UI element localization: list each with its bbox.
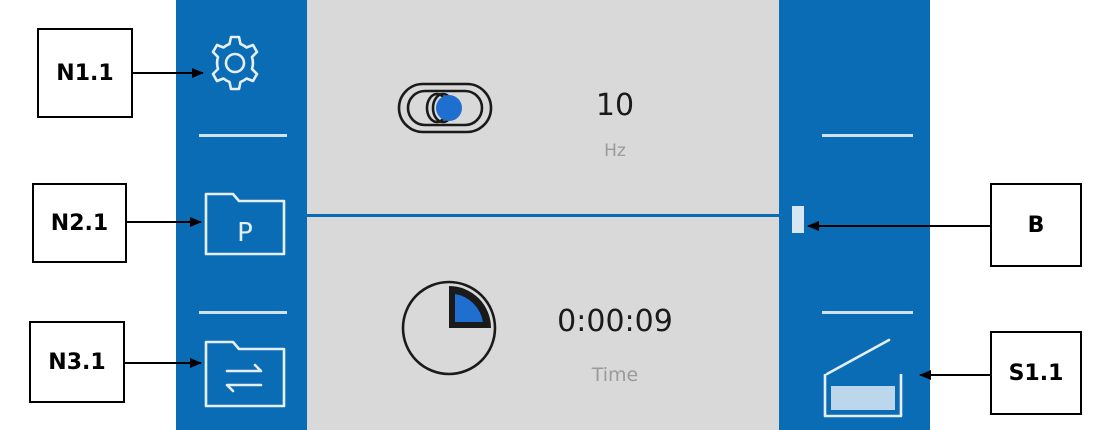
callout-n1: N1.1 — [37, 28, 133, 118]
callout-b: B — [990, 183, 1082, 267]
callout-n3: N3.1 — [29, 321, 125, 403]
callout-n2: N2.1 — [32, 183, 127, 263]
annotation-arrows — [125, 68, 990, 380]
callout-s1: S1.1 — [990, 331, 1082, 415]
